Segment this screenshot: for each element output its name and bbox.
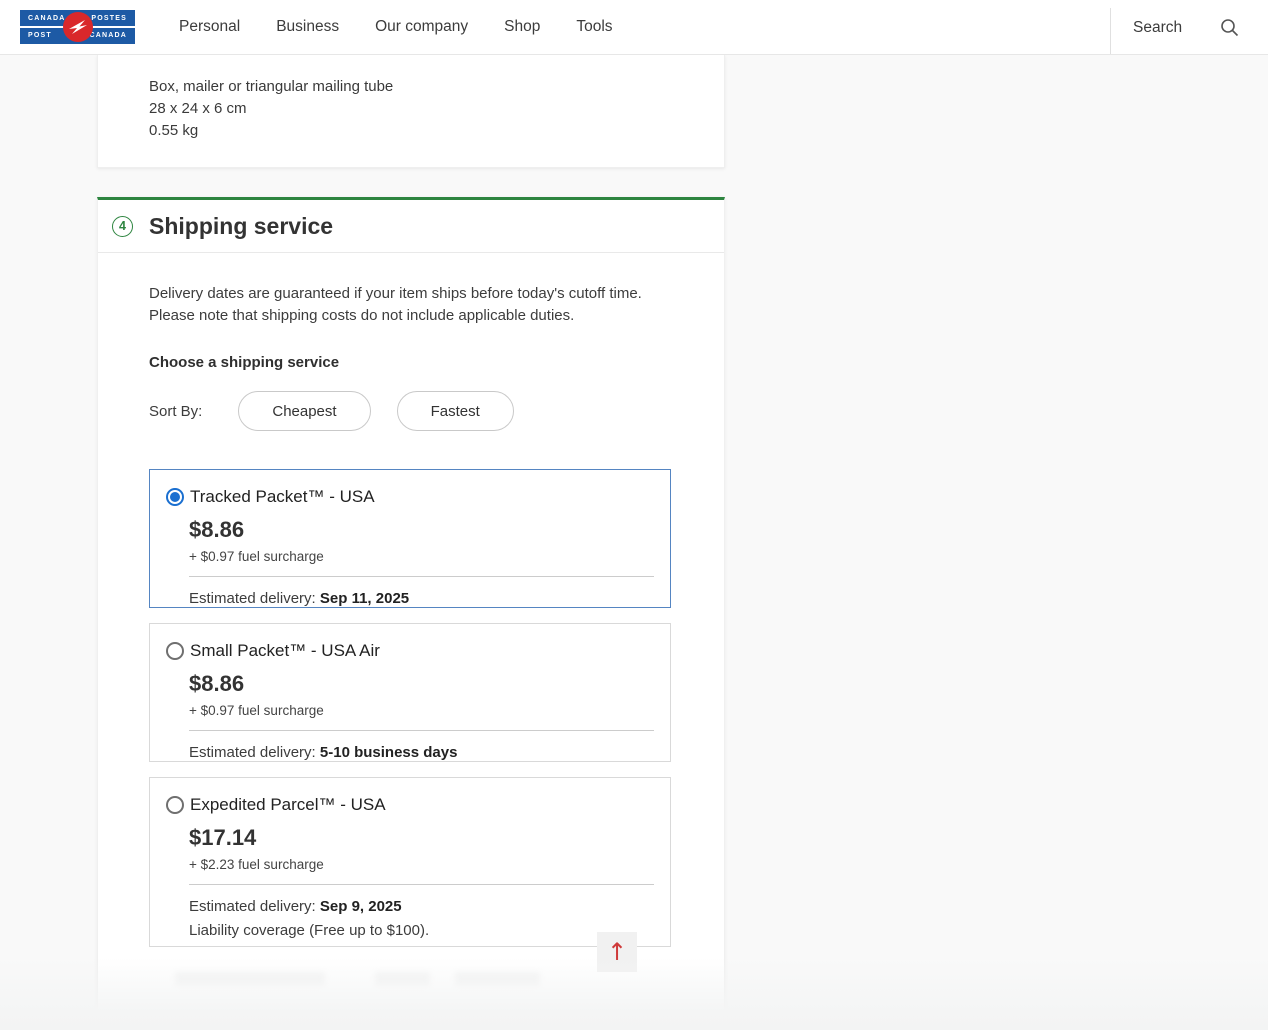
sort-by-label: Sort By: <box>149 403 202 420</box>
main-content: Box, mailer or triangular mailing tube 2… <box>0 55 1268 1030</box>
faded-content-remnant <box>455 972 540 986</box>
fuel-surcharge: + $0.97 fuel surcharge <box>189 549 670 564</box>
service-price: $8.86 <box>189 517 670 543</box>
service-name: Expedited Parcel™ - USA <box>190 795 386 815</box>
service-price: $17.14 <box>189 825 670 851</box>
canada-post-wing-icon <box>63 12 93 42</box>
sort-row: Sort By: Cheapest Fastest <box>149 391 669 431</box>
search-link[interactable]: Search <box>1133 19 1182 37</box>
section-header: 4 Shipping service <box>98 200 724 253</box>
shipping-option-expedited-parcel[interactable]: Expedited Parcel™ - USA $17.14 + $2.23 f… <box>149 777 671 947</box>
shipping-service-section: 4 Shipping service Delivery dates are gu… <box>97 197 725 1030</box>
package-type: Box, mailer or triangular mailing tube <box>149 76 724 98</box>
nav-link-personal[interactable]: Personal <box>179 18 240 36</box>
top-navigation: CANADA POSTES POST CANADA Personal Busin… <box>0 0 1268 55</box>
search-area: Search <box>1133 0 1239 55</box>
fuel-surcharge: + $2.23 fuel surcharge <box>189 857 670 872</box>
faded-content-remnant <box>375 972 430 986</box>
section-title: Shipping service <box>149 213 333 240</box>
radio-unselected-icon[interactable] <box>166 796 184 814</box>
nav-divider <box>1110 8 1111 54</box>
nav-link-our-company[interactable]: Our company <box>375 18 468 36</box>
sort-fastest-button[interactable]: Fastest <box>397 391 514 431</box>
service-price: $8.86 <box>189 671 670 697</box>
shipping-option-small-packet[interactable]: Small Packet™ - USA Air $8.86 + $0.97 fu… <box>149 623 671 762</box>
step-number-badge: 4 <box>112 216 133 237</box>
package-dimensions: 28 x 24 x 6 cm <box>149 98 724 120</box>
divider <box>189 730 654 731</box>
nav-link-shop[interactable]: Shop <box>504 18 540 36</box>
package-summary-card: Box, mailer or triangular mailing tube 2… <box>97 55 725 168</box>
divider <box>189 576 654 577</box>
sort-cheapest-button[interactable]: Cheapest <box>238 391 370 431</box>
back-to-top-button[interactable]: ↑ <box>597 932 637 972</box>
search-icon[interactable] <box>1220 18 1239 37</box>
nav-link-tools[interactable]: Tools <box>576 18 612 36</box>
section-body: Delivery dates are guaranteed if your it… <box>98 253 724 947</box>
shipping-option-tracked-packet[interactable]: Tracked Packet™ - USA $8.86 + $0.97 fuel… <box>149 469 671 608</box>
estimated-delivery: Estimated delivery: Sep 11, 2025 <box>189 590 670 607</box>
estimated-delivery: Estimated delivery: 5-10 business days <box>189 744 670 761</box>
radio-unselected-icon[interactable] <box>166 642 184 660</box>
faded-content-remnant <box>175 972 325 986</box>
package-weight: 0.55 kg <box>149 120 724 142</box>
delivery-guarantee-note: Delivery dates are guaranteed if your it… <box>149 283 669 326</box>
radio-selected-icon[interactable] <box>166 488 184 506</box>
nav-link-business[interactable]: Business <box>276 18 339 36</box>
canada-post-logo[interactable]: CANADA POSTES POST CANADA <box>20 10 135 44</box>
divider <box>189 884 654 885</box>
service-name: Small Packet™ - USA Air <box>190 641 380 661</box>
primary-nav: Personal Business Our company Shop Tools <box>179 18 613 36</box>
arrow-up-icon: ↑ <box>607 940 627 964</box>
service-name: Tracked Packet™ - USA <box>190 487 375 507</box>
choose-service-label: Choose a shipping service <box>149 354 669 371</box>
estimated-delivery: Estimated delivery: Sep 9, 2025 <box>189 898 670 915</box>
fuel-surcharge: + $0.97 fuel surcharge <box>189 703 670 718</box>
